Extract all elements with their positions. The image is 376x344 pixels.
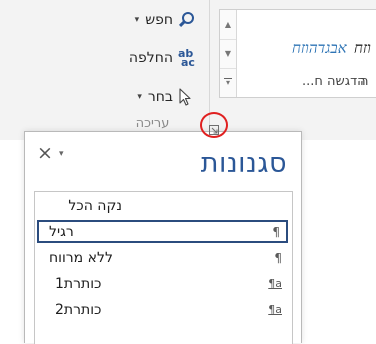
pane-options-chevron-icon[interactable]: ▾: [59, 149, 64, 159]
gallery-scroll-down-button[interactable]: ▼: [220, 39, 236, 69]
chevron-down-icon[interactable]: ▾: [135, 15, 140, 25]
replace-icon: ab ac: [178, 47, 195, 69]
gallery-style-sample[interactable]: וזח: [354, 39, 371, 58]
close-icon[interactable]: ×: [37, 144, 53, 163]
gallery-more-button[interactable]: ▾: [220, 68, 236, 96]
linked-style-icon: ¶a: [268, 303, 282, 316]
highlight-circle: [200, 112, 228, 138]
gallery-scroll-up-button[interactable]: ▲: [220, 10, 236, 40]
more-icon: ▾: [224, 78, 232, 87]
editing-group-label: עריכה: [135, 116, 170, 131]
style-item-label: כותרת1: [55, 275, 102, 292]
styles-list: נקה הכל רגיל ¶ ללא מרווח ¶ כותרת1 ¶a כות…: [34, 191, 293, 344]
styles-pane: × ▾ סגנונות נקה הכל רגיל ¶ ללא מרווח ¶ כ…: [24, 131, 302, 344]
style-item-label: רגיל: [49, 223, 74, 240]
select-label: בחר: [147, 89, 173, 105]
gallery-style-name[interactable]: ה: [360, 74, 369, 89]
style-item-label: כותרת2: [55, 301, 102, 318]
find-button[interactable]: חפש ▾: [135, 9, 195, 31]
pane-title: סגנונות: [200, 148, 287, 179]
style-item-label: נקה הכל: [68, 197, 122, 214]
style-item-clear-all[interactable]: נקה הכל: [37, 194, 288, 217]
style-item-heading-2[interactable]: כותרת2 ¶a: [37, 298, 288, 321]
style-item-heading-1[interactable]: כותרת1 ¶a: [37, 272, 288, 295]
replace-button[interactable]: ab ac החלפה: [129, 47, 195, 69]
style-item-no-spacing[interactable]: ללא מרווח ¶: [37, 246, 288, 269]
find-label: חפש: [145, 12, 173, 28]
style-item-normal[interactable]: רגיל ¶: [37, 220, 288, 243]
gallery-style-sample[interactable]: אבגדהוזח: [292, 39, 347, 58]
replace-label: החלפה: [128, 50, 173, 66]
paragraph-mark-icon: ¶: [272, 224, 280, 239]
select-button[interactable]: בחר ▾: [137, 86, 195, 108]
style-item-label: ללא מרווח: [49, 249, 113, 266]
search-icon: [177, 11, 195, 29]
gallery-style-name[interactable]: הדגשה ח...: [302, 74, 366, 89]
paragraph-mark-icon: ¶: [274, 250, 282, 265]
chevron-down-icon[interactable]: ▾: [137, 92, 142, 102]
ribbon: ▲ ▼ ▾ אבגדהוזח הדגשה ח... וזח ה חפש ▾ ab…: [0, 0, 376, 140]
chevron-down-icon: ▼: [224, 49, 232, 58]
linked-style-icon: ¶a: [268, 277, 282, 290]
gallery-scrollbar: ▲ ▼ ▾: [220, 10, 237, 97]
cursor-arrow-icon: [177, 88, 195, 106]
chevron-up-icon: ▲: [224, 20, 232, 29]
styles-gallery: ▲ ▼ ▾ אבגדהוזח הדגשה ח... וזח ה: [219, 9, 376, 98]
